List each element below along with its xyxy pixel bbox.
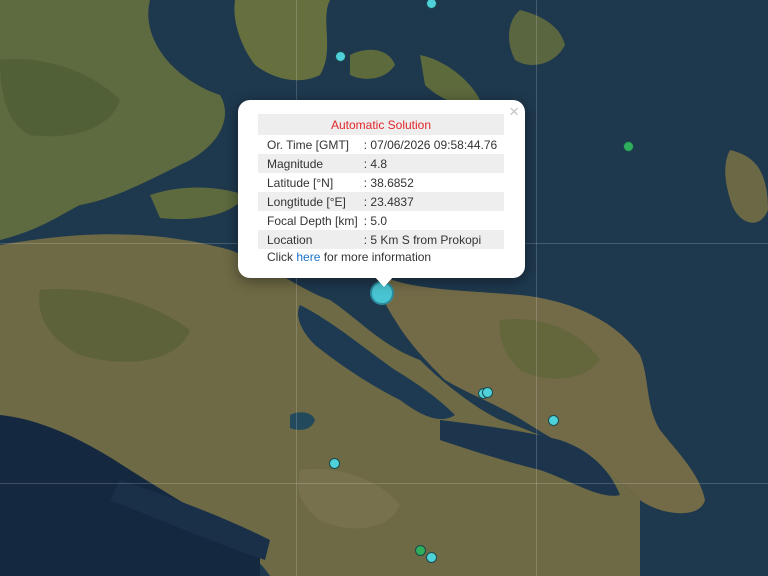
earthquake-marker[interactable] [335, 51, 346, 62]
row-value-longitude: : 23.4837 [362, 192, 504, 211]
row-label-latitude: Latitude [°N] [267, 175, 334, 190]
row-value-location: : 5 Km S from Prokopi [362, 230, 504, 249]
earthquake-marker[interactable] [426, 552, 437, 563]
graticule-line [536, 0, 537, 576]
row-value-focal-depth: : 5.0 [363, 213, 388, 228]
earthquake-marker[interactable] [548, 415, 559, 426]
earthquake-marker[interactable] [415, 545, 426, 556]
row-label-focal-depth: Focal Depth [km] [267, 213, 358, 228]
more-info-prefix: Click [267, 250, 297, 264]
earthquake-marker[interactable] [329, 458, 340, 469]
row-label-magnitude: Magnitude [258, 154, 363, 173]
row-value-origin-time: : 07/06/2026 09:58:44.76 [363, 137, 498, 152]
row-label-longitude: Longtitude [°E] [258, 192, 363, 211]
earthquake-marker[interactable] [623, 141, 634, 152]
popup-title: Automatic Solution [258, 114, 504, 135]
graticule-line [0, 483, 768, 484]
close-icon[interactable]: × [509, 103, 519, 121]
row-value-latitude: : 38.6852 [363, 175, 414, 190]
more-info-text: Click here for more information [258, 250, 505, 264]
more-info-suffix: for more information [320, 250, 432, 264]
popup-tip [374, 276, 394, 287]
event-details-table: Automatic Solution Or. Time [GMT] : 07/0… [258, 114, 504, 249]
earthquake-info-popup: × Automatic Solution Or. Time [GMT] : 07… [238, 100, 525, 287]
row-label-origin-time: Or. Time [GMT] [267, 137, 350, 152]
row-label-location: Location [258, 230, 363, 249]
row-value-magnitude: : 4.8 [362, 154, 504, 173]
more-info-link[interactable]: here [296, 250, 320, 264]
earthquake-marker[interactable] [482, 387, 493, 398]
map-view[interactable]: × Automatic Solution Or. Time [GMT] : 07… [0, 0, 768, 576]
graticule-line [296, 0, 297, 576]
